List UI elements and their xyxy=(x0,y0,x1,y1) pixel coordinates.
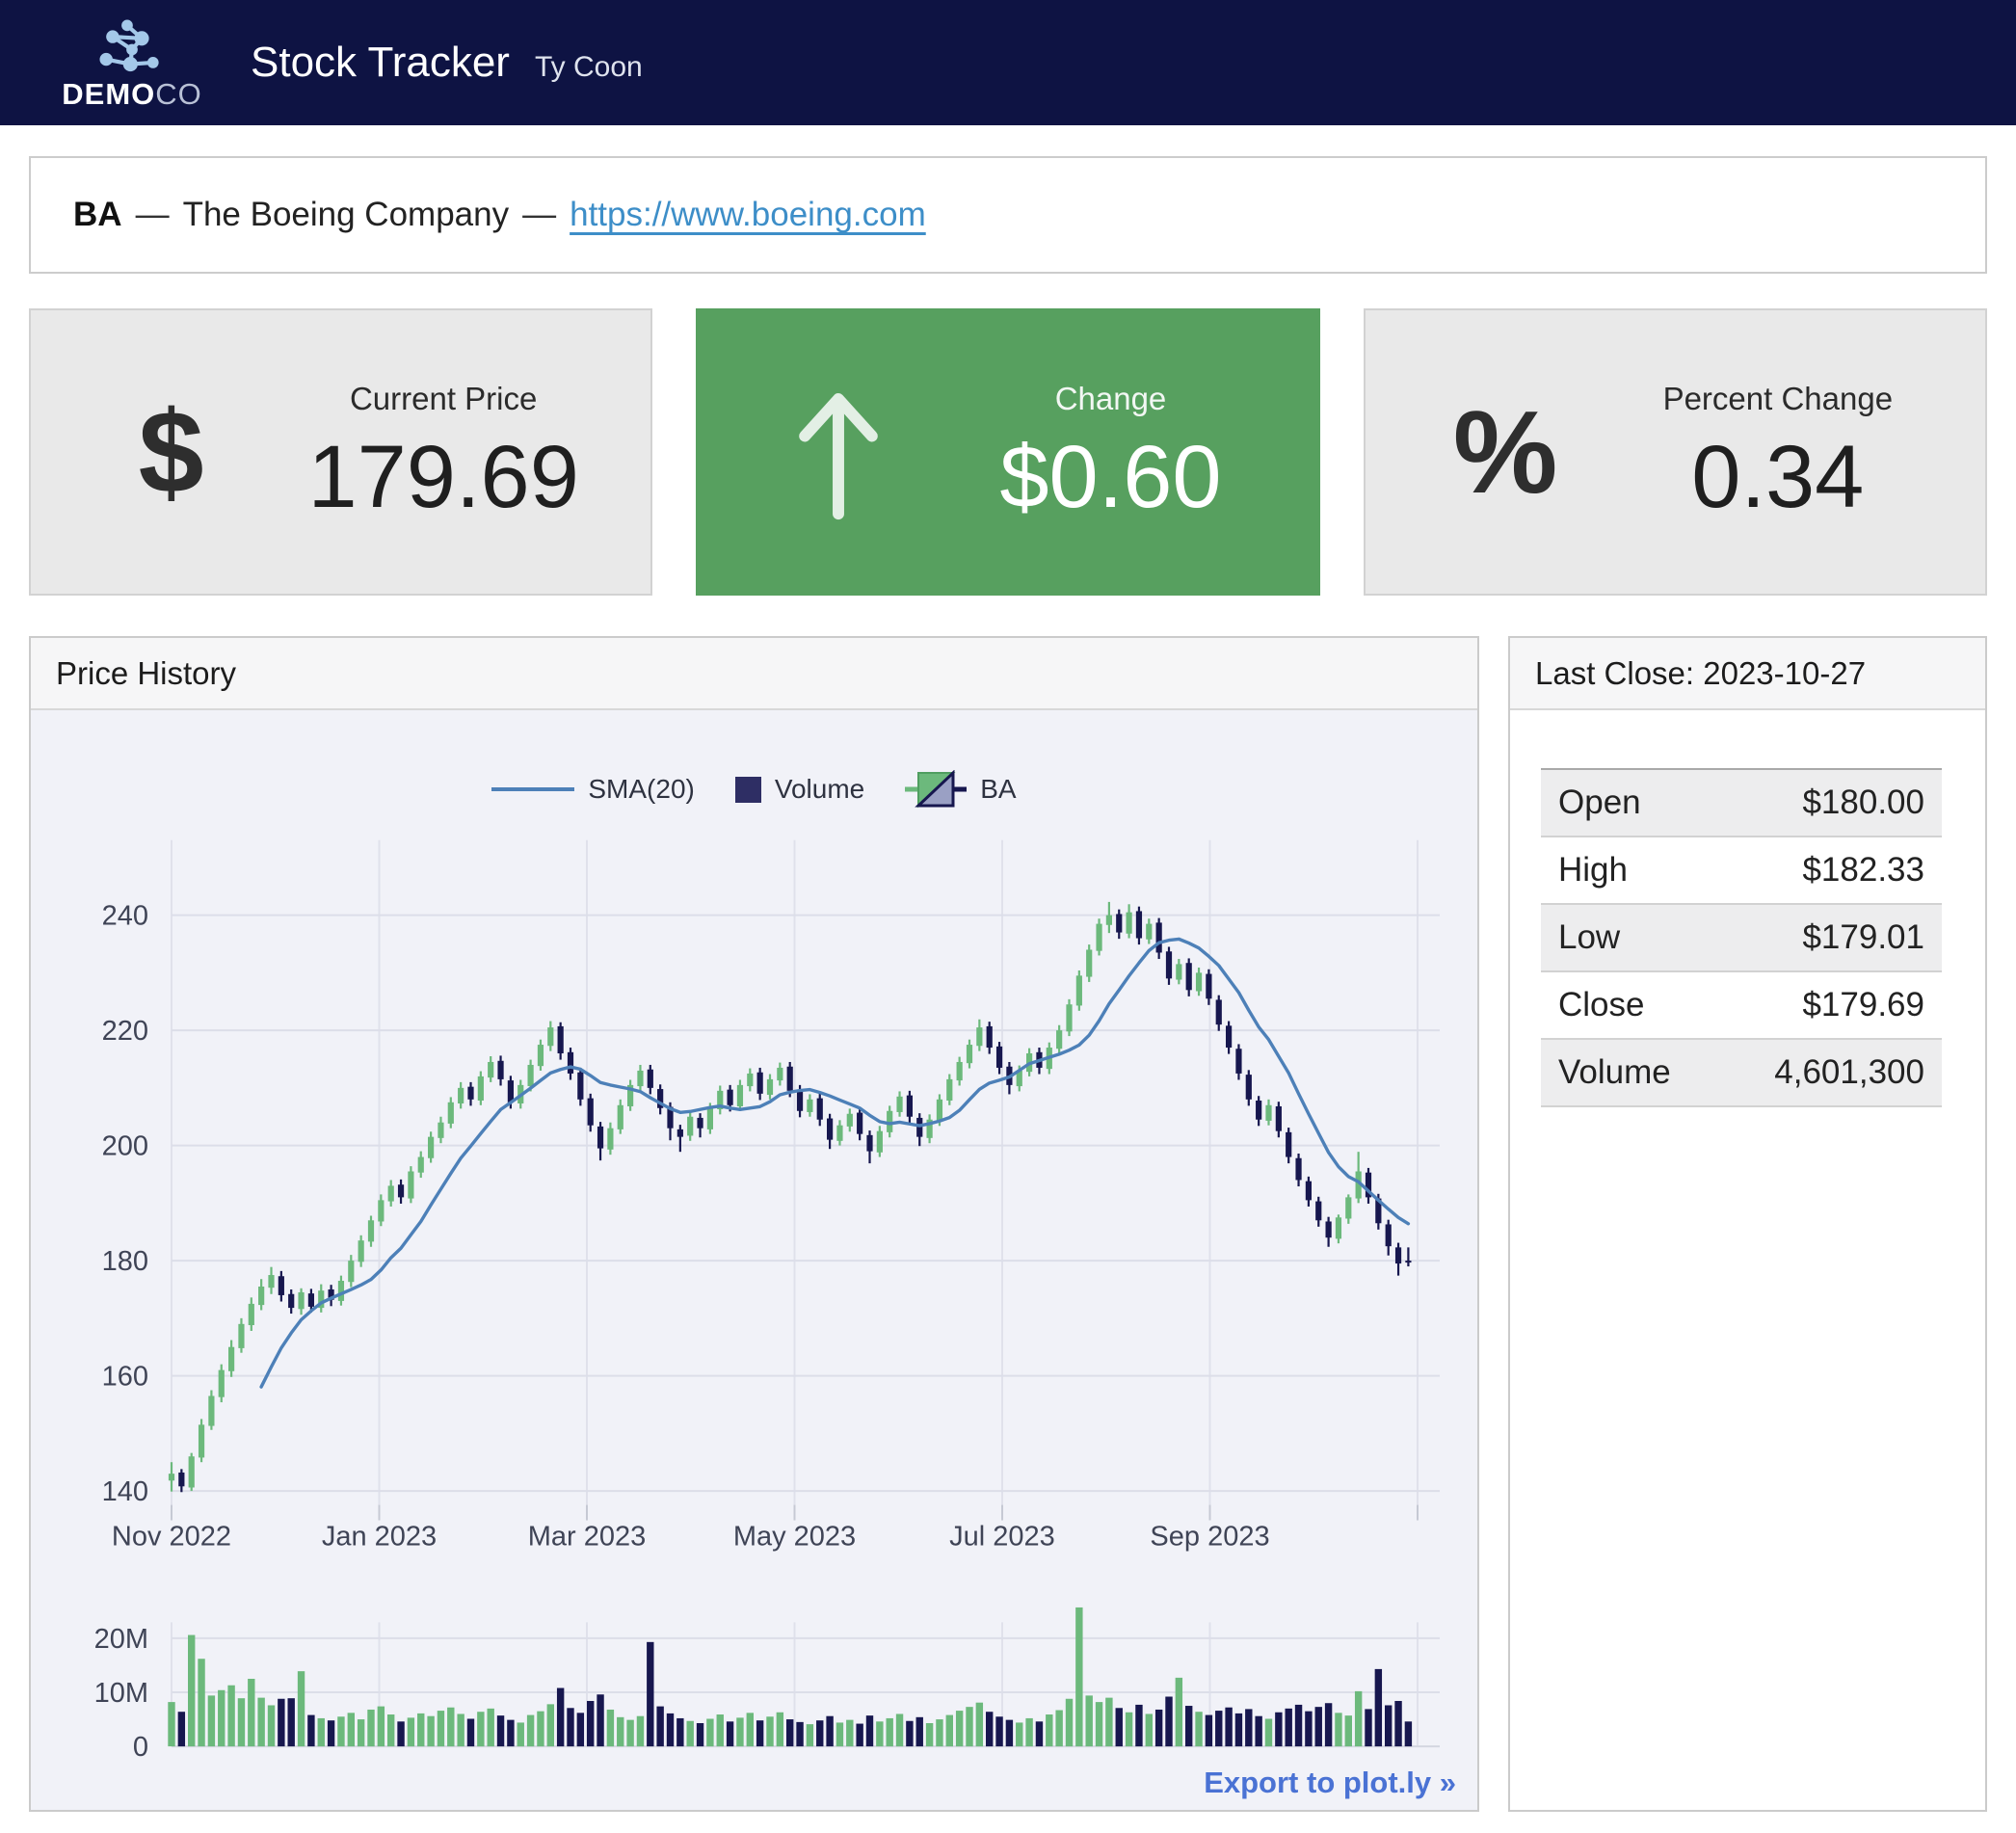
percent-change-value: 0.34 xyxy=(1691,431,1864,524)
row-label: High xyxy=(1541,837,1718,904)
price-chart-area[interactable]: 240 220 200 180 160 140 Nov 2022 Jan 2023 Mar 20… xyxy=(31,710,1477,1810)
separator: — xyxy=(136,196,170,234)
ohlc-table: Open $180.00 High $182.33 Low $179.01 Cl… xyxy=(1541,768,1942,1107)
row-value: $182.33 xyxy=(1718,837,1942,904)
main-content-row: Price History 240 220 200 180 160 140 Nov 2022… xyxy=(29,636,1987,1812)
price-history-header: Price History xyxy=(31,638,1477,710)
svg-text:10M: 10M xyxy=(94,1678,148,1709)
change-card: Change $0.60 xyxy=(696,308,1319,596)
change-label: Change xyxy=(1055,381,1167,417)
price-chart[interactable]: 240 220 200 180 160 140 Nov 2022 Jan 2023 Mar 20… xyxy=(31,710,1477,1810)
price-history-panel: Price History 240 220 200 180 160 140 Nov 2022… xyxy=(29,636,1479,1812)
svg-text:Mar 2023: Mar 2023 xyxy=(528,1522,646,1553)
svg-text:140: 140 xyxy=(102,1476,148,1507)
current-price-value: 179.69 xyxy=(307,431,578,524)
logo-wordmark: DEMOCO xyxy=(62,79,202,109)
molecule-logo-icon xyxy=(99,17,165,77)
company-url-link[interactable]: https://www.boeing.com xyxy=(570,196,926,234)
page-subtitle: Ty Coon xyxy=(535,51,643,84)
svg-text:Nov 2022: Nov 2022 xyxy=(112,1522,231,1553)
svg-text:200: 200 xyxy=(102,1131,148,1162)
svg-text:160: 160 xyxy=(102,1362,148,1393)
svg-text:20M: 20M xyxy=(94,1624,148,1655)
row-value: $179.69 xyxy=(1718,971,1942,1039)
percent-change-card: % Percent Change 0.34 xyxy=(1364,308,1987,596)
svg-text:May 2023: May 2023 xyxy=(733,1522,856,1553)
row-value: 4,601,300 xyxy=(1718,1039,1942,1106)
change-value: $0.60 xyxy=(999,431,1221,524)
last-close-body: Open $180.00 High $182.33 Low $179.01 Cl… xyxy=(1510,710,1985,1810)
current-price-card: $ Current Price 179.69 xyxy=(29,308,652,596)
separator: — xyxy=(522,196,556,234)
table-row-high: High $182.33 xyxy=(1541,837,1942,904)
page-title: Stock Tracker xyxy=(251,39,510,87)
arrow-up-icon xyxy=(785,380,891,524)
stat-cards-row: $ Current Price 179.69 Change $0.60 % Pe… xyxy=(29,308,1987,596)
last-close-header: Last Close: 2023-10-27 xyxy=(1510,638,1985,710)
export-plotly-link[interactable]: Export to plot.ly » xyxy=(1204,1766,1456,1800)
row-label: Close xyxy=(1541,971,1718,1039)
svg-text:0: 0 xyxy=(133,1732,148,1763)
logo-text-secondary: CO xyxy=(155,77,202,111)
dollar-icon: $ xyxy=(139,393,204,511)
logo: DEMOCO xyxy=(69,17,195,109)
table-row-volume: Volume 4,601,300 xyxy=(1541,1039,1942,1106)
company-name: The Boeing Company xyxy=(183,196,510,234)
table-row-low: Low $179.01 xyxy=(1541,904,1942,971)
last-close-panel: Last Close: 2023-10-27 Open $180.00 High… xyxy=(1508,636,1987,1812)
row-label: Open xyxy=(1541,769,1718,837)
row-value: $179.01 xyxy=(1718,904,1942,971)
percent-change-label: Percent Change xyxy=(1663,381,1894,417)
svg-text:Jul 2023: Jul 2023 xyxy=(949,1522,1055,1553)
percent-icon: % xyxy=(1453,393,1557,511)
logo-text-primary: DEMO xyxy=(62,77,155,111)
svg-text:240: 240 xyxy=(102,901,148,932)
svg-text:Sep 2023: Sep 2023 xyxy=(1150,1522,1269,1553)
row-label: Low xyxy=(1541,904,1718,971)
company-info-bar: BA — The Boeing Company — https://www.bo… xyxy=(29,156,1987,274)
ticker-symbol: BA xyxy=(73,196,122,234)
row-value: $180.00 xyxy=(1718,769,1942,837)
current-price-label: Current Price xyxy=(350,381,537,417)
svg-text:180: 180 xyxy=(102,1246,148,1277)
svg-text:Jan 2023: Jan 2023 xyxy=(322,1522,437,1553)
svg-text:220: 220 xyxy=(102,1016,148,1047)
table-row-close: Close $179.69 xyxy=(1541,971,1942,1039)
row-label: Volume xyxy=(1541,1039,1718,1106)
table-row-open: Open $180.00 xyxy=(1541,769,1942,837)
app-header: DEMOCO Stock Tracker Ty Coon xyxy=(0,0,2016,125)
